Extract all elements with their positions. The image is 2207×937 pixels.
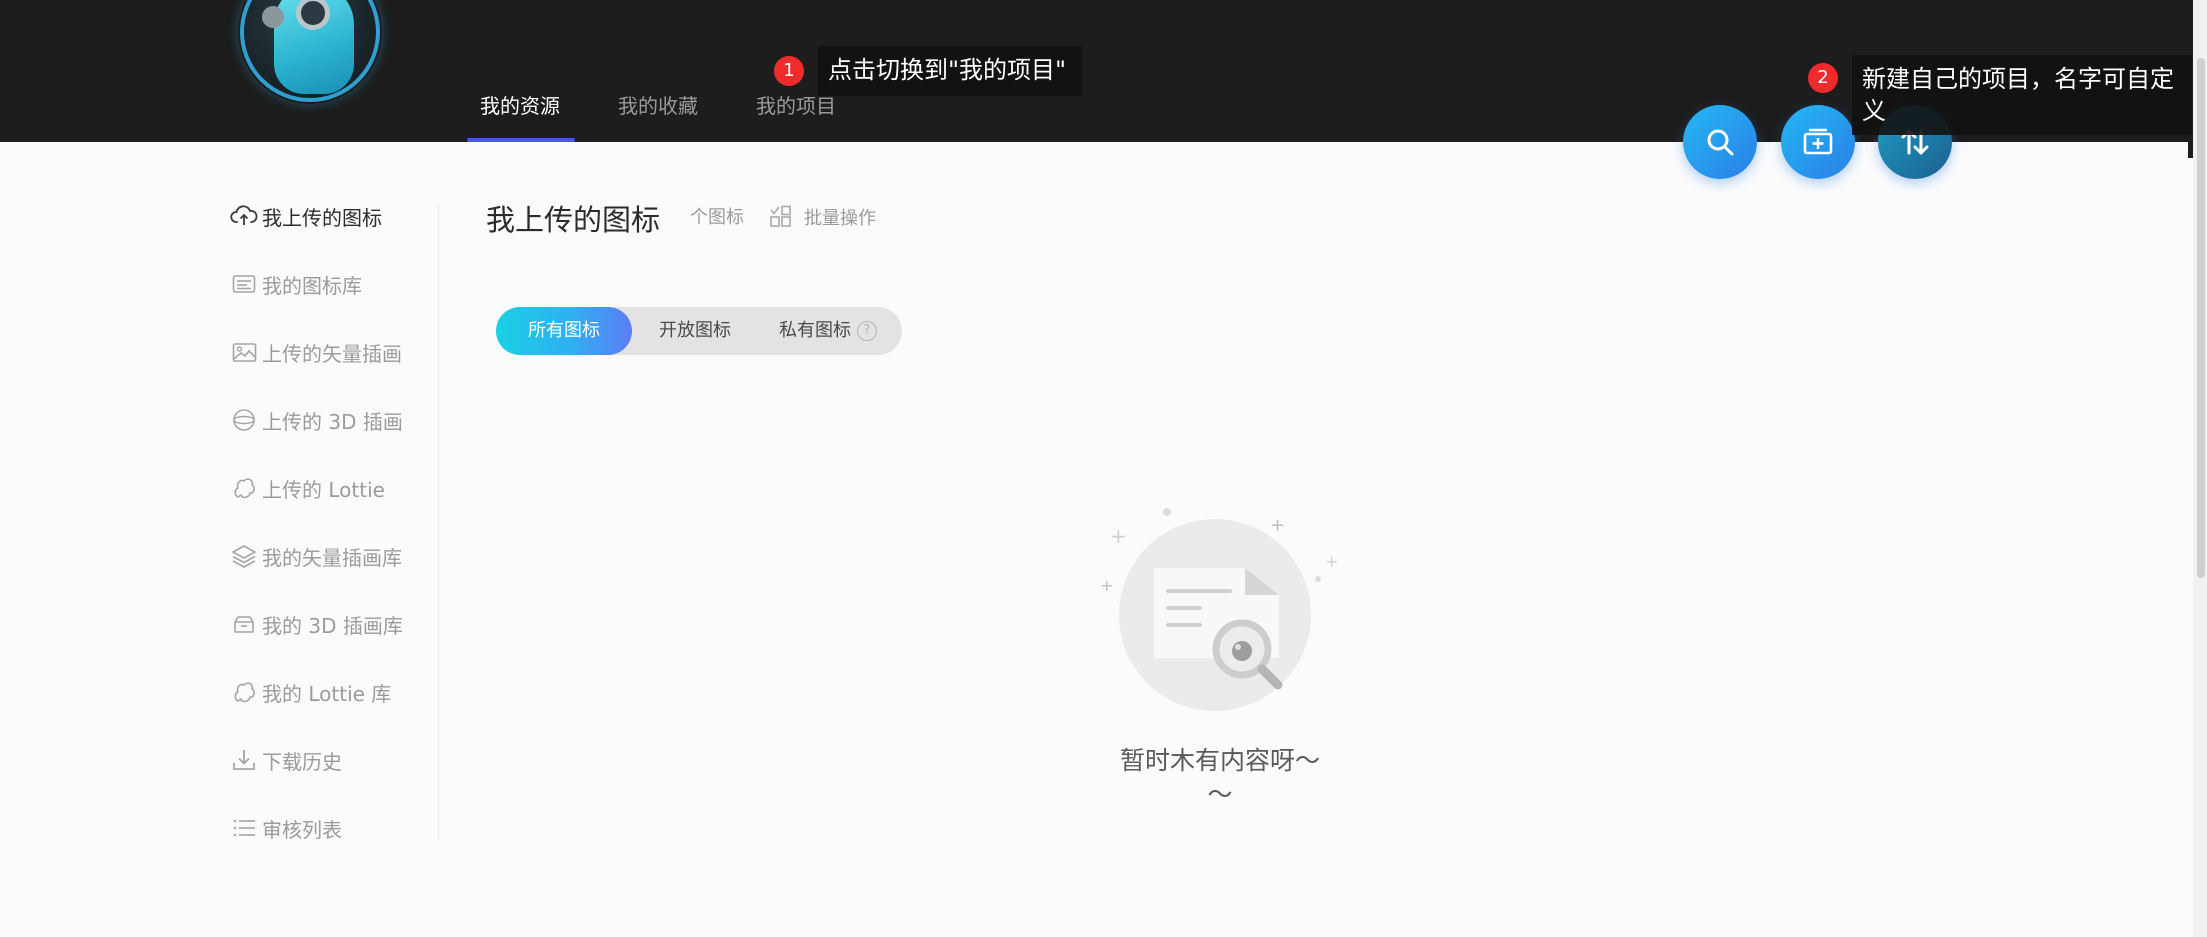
scrollbar-thumb[interactable] <box>2197 58 2205 578</box>
filter-all-icons[interactable]: 所有图标 <box>496 307 632 355</box>
svg-text:+: + <box>1325 552 1338 571</box>
sidebar-item-label: 上传的 Lottie <box>262 477 385 502</box>
filter-public-icons[interactable]: 开放图标 <box>632 307 758 355</box>
sidebar-item-label: 上传的 3D 插画 <box>262 409 403 434</box>
sidebar-item-lottie-library[interactable]: 我的 Lottie 库 <box>230 672 391 712</box>
tab-my-resources[interactable]: 我的资源 <box>480 92 560 120</box>
svg-text:+: + <box>1100 576 1113 595</box>
sidebar-item-uploaded-3d-illustrations[interactable]: 上传的 3D 插画 <box>230 400 403 440</box>
empty-state-illustration: + + + + <box>1100 508 1338 711</box>
new-project-icon <box>1803 128 1833 155</box>
sidebar-item-label: 我的图标库 <box>262 273 362 298</box>
search-button[interactable] <box>1683 105 1757 179</box>
sidebar-item-download-history[interactable]: 下载历史 <box>230 740 342 780</box>
svg-text:+: + <box>1270 515 1285 536</box>
cloud-upload-icon <box>230 205 258 225</box>
batch-grid-icon <box>770 205 791 227</box>
tooltip-new-project: 新建自己的项目，名字可自定义 <box>1852 55 2192 135</box>
sidebar-item-vector-illustration-library[interactable]: 我的矢量插画库 <box>230 536 402 576</box>
avatar[interactable] <box>240 0 380 102</box>
lottie-icon <box>234 682 255 703</box>
sidebar-item-label: 我的 Lottie 库 <box>262 681 392 706</box>
tab-my-favorites[interactable]: 我的收藏 <box>618 92 698 120</box>
image-icon <box>232 343 257 362</box>
sidebar-item-label: 审核列表 <box>262 817 342 842</box>
sidebar-item-3d-illustration-library[interactable]: 我的 3D 插画库 <box>230 604 403 644</box>
tooltip-badge-2: 2 <box>1808 63 1838 93</box>
app-root: 我的资源 我的收藏 我的项目 1 点击切换到"我的项目" 2 新建自己的项目，名… <box>0 0 2207 937</box>
empty-state-text: 暂时木有内容呀～～ <box>1119 746 1320 809</box>
sidebar-item-label: 上传的矢量插画 <box>262 341 402 366</box>
svg-text:+: + <box>1110 524 1127 548</box>
download-icon <box>233 750 255 770</box>
layers-icon <box>232 545 256 568</box>
lottie-icon <box>234 478 255 499</box>
help-icon[interactable]: ? <box>857 321 877 341</box>
filter-private-label: 私有图标 <box>779 320 851 341</box>
batch-operation-button[interactable]: 批量操作 <box>768 204 876 230</box>
sidebar-item-icon-library[interactable]: 我的图标库 <box>230 264 362 304</box>
tooltip-badge-1: 1 <box>774 56 804 86</box>
search-icon <box>1707 129 1734 156</box>
page-scrollbar[interactable] <box>2193 0 2207 937</box>
list-icon <box>233 819 255 837</box>
filter-segmented-control: 所有图标 开放图标 私有图标? <box>496 307 902 355</box>
sidebar-item-label: 我的矢量插画库 <box>262 545 402 570</box>
tooltip-switch-projects: 点击切换到"我的项目" <box>818 46 1082 96</box>
icon-library-icon <box>232 275 256 293</box>
box-icon <box>234 616 254 633</box>
sphere-icon <box>233 409 255 431</box>
active-tab-indicator <box>467 138 575 142</box>
batch-operation-label: 批量操作 <box>804 208 876 229</box>
avatar-mascot-eye-left <box>262 6 284 28</box>
sidebar-item-label: 我上传的图标 <box>262 205 382 230</box>
sidebar-item-uploaded-vector-illustrations[interactable]: 上传的矢量插画 <box>230 332 402 372</box>
sidebar-item-uploaded-lottie[interactable]: 上传的 Lottie <box>230 468 385 508</box>
sidebar-divider <box>438 204 439 840</box>
icon-count-label: 个图标 <box>690 207 744 228</box>
tab-my-projects[interactable]: 我的项目 <box>756 92 836 120</box>
sidebar-item-label: 我的 3D 插画库 <box>262 613 403 638</box>
sidebar-item-uploaded-icons[interactable]: 我上传的图标 <box>230 196 382 236</box>
sidebar-item-review-list[interactable]: 审核列表 <box>230 808 342 848</box>
filter-private-icons[interactable]: 私有图标? <box>758 307 898 355</box>
new-project-button[interactable] <box>1781 105 1855 179</box>
page-title: 我上传的图标 <box>486 203 661 237</box>
sidebar-item-label: 下载历史 <box>262 749 342 774</box>
